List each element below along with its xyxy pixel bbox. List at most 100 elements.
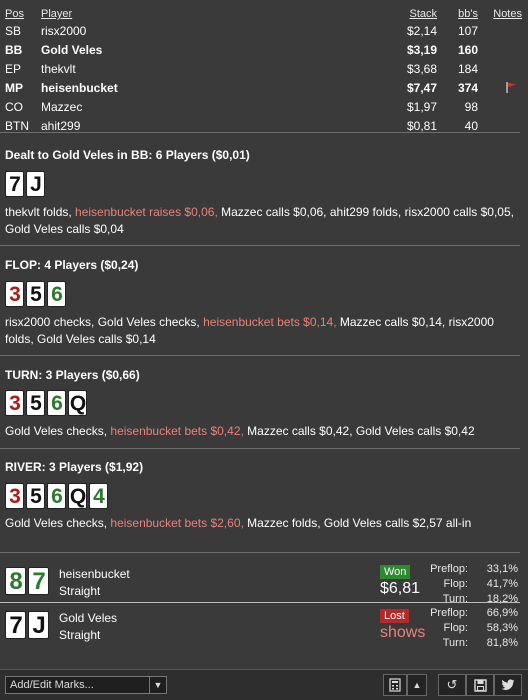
playing-card: 7 [5,611,26,639]
marks-dropdown-label: Add/Edit Marks... [10,679,94,691]
equity-label: Preflop: [430,607,468,619]
equity-label: Turn: [442,593,468,605]
preflop-cards: 7J [5,171,45,197]
playing-card: 6 [47,483,66,509]
player-bbs: 160 [457,43,478,57]
river-actions: Gold Veles checks, heisenbucket bets $2,… [5,516,472,530]
equity-value: 58,3% [486,622,518,634]
player-bbs: 184 [457,62,478,76]
divider [0,245,520,246]
flop-cards: 356 [5,281,66,307]
player-bbs: 40 [464,119,478,133]
player-stack: $3,68 [406,62,437,76]
marks-dropdown[interactable]: Add/Edit Marks... ▼ [5,676,167,694]
player-name: heisenbucket [41,81,118,95]
player-stack: $3,19 [406,43,437,57]
showdown-cards: 87 [5,567,49,595]
player-bbs: 374 [457,81,478,95]
player-pos: MP [5,81,23,95]
updown-icon[interactable]: ▲ [407,674,427,696]
playing-card: 5 [26,281,45,307]
player-name: risx2000 [41,24,87,38]
equity-value: 18,2% [486,593,518,605]
divider [0,132,520,133]
equity-label: Turn: [442,637,468,649]
header-player: Player [41,8,73,20]
player-stack: $0,81 [406,119,437,133]
equity-value: 81,8% [486,637,518,649]
player-name: thekvlt [41,62,76,76]
equity-value: 33,1% [486,563,518,575]
divider [0,448,520,449]
river-cards: 356Q4 [5,483,108,509]
playing-card: 3 [5,281,24,307]
player-row[interactable]: SB risx2000 $2,14 107 [5,22,522,41]
playing-card: Q [68,390,87,416]
divider [0,552,520,553]
player-row[interactable]: CO Mazzec $1,97 98 [5,98,522,117]
preflop-title: Dealt to Gold Veles in BB: 6 Players ($0… [5,148,250,162]
turn-actions: Gold Veles checks, heisenbucket bets $0,… [5,424,475,438]
result-badge: Won [380,565,411,579]
turn-cards: 356Q [5,390,87,416]
flag-icon[interactable] [504,80,518,100]
playing-card: 3 [5,483,24,509]
playing-card: J [26,171,45,197]
river-title: RIVER: 3 Players ($1,92) [5,460,144,474]
showdown-hand: Straight [59,584,101,598]
equity-value: 41,7% [486,578,518,590]
player-name: Gold Veles [41,43,103,57]
player-bbs: 107 [457,24,478,38]
player-row[interactable]: BTN ahit299 $0,81 40 [5,117,522,136]
turn-title: TURN: 3 Players ($0,66) [5,368,140,382]
refresh-icon[interactable]: ↺ [438,674,466,696]
divider [0,355,520,356]
playing-card: 5 [26,483,45,509]
player-name: Mazzec [41,100,83,114]
player-row[interactable]: EP thekvlt $3,68 184 [5,60,522,79]
playing-card: J [28,611,49,639]
equity-stat: Turn: 18,2% [408,593,518,607]
playing-card: Q [68,483,87,509]
equity-stat: Flop: 41,7% [408,578,518,592]
player-pos: BTN [5,119,29,133]
playing-card: 6 [47,281,66,307]
equity-stat: Preflop: 33,1% [408,563,518,577]
chevron-down-icon[interactable]: ▼ [149,677,166,693]
player-pos: EP [5,62,22,76]
header-stack: Stack [409,8,437,20]
header-bbs: bb's [458,8,478,20]
equity-stat: Flop: 58,3% [408,622,518,636]
equity-value: 66,9% [486,607,518,619]
player-stack: $7,47 [406,81,437,95]
preflop-actions: thekvlt folds, heisenbucket raises $0,06… [5,205,514,236]
player-pos: SB [5,24,22,38]
showdown-player-name: Gold Veles [59,611,118,625]
playing-card: 4 [89,483,108,509]
equity-label: Preflop: [430,563,468,575]
bottom-toolbar: Add/Edit Marks... ▼ ▲ ↺ [0,669,528,700]
player-row[interactable]: MP heisenbucket $7,47 374 [5,79,522,98]
header-pos: Pos [5,8,24,20]
playing-card: 8 [5,567,26,595]
save-icon[interactable] [466,674,494,696]
player-row[interactable]: BB Gold Veles $3,19 160 [5,41,522,60]
playing-card: 7 [28,567,49,595]
equity-stat: Preflop: 66,9% [408,607,518,621]
calculator-icon[interactable] [383,674,407,696]
twitter-icon[interactable] [494,674,522,696]
divider [0,602,520,603]
player-pos: BB [5,43,23,57]
playing-card: 6 [47,390,66,416]
player-name: ahit299 [41,119,81,133]
flop-title: FLOP: 4 Players ($0,24) [5,258,139,272]
equity-label: Flop: [443,622,468,634]
playing-card: 5 [26,390,45,416]
playing-card: 3 [5,390,24,416]
showdown-player-name: heisenbucket [59,567,130,581]
equity-label: Flop: [443,578,468,590]
player-bbs: 98 [464,100,478,114]
showdown-cards: 7J [5,611,49,639]
player-stack: $2,14 [406,24,437,38]
player-pos: CO [5,100,23,114]
